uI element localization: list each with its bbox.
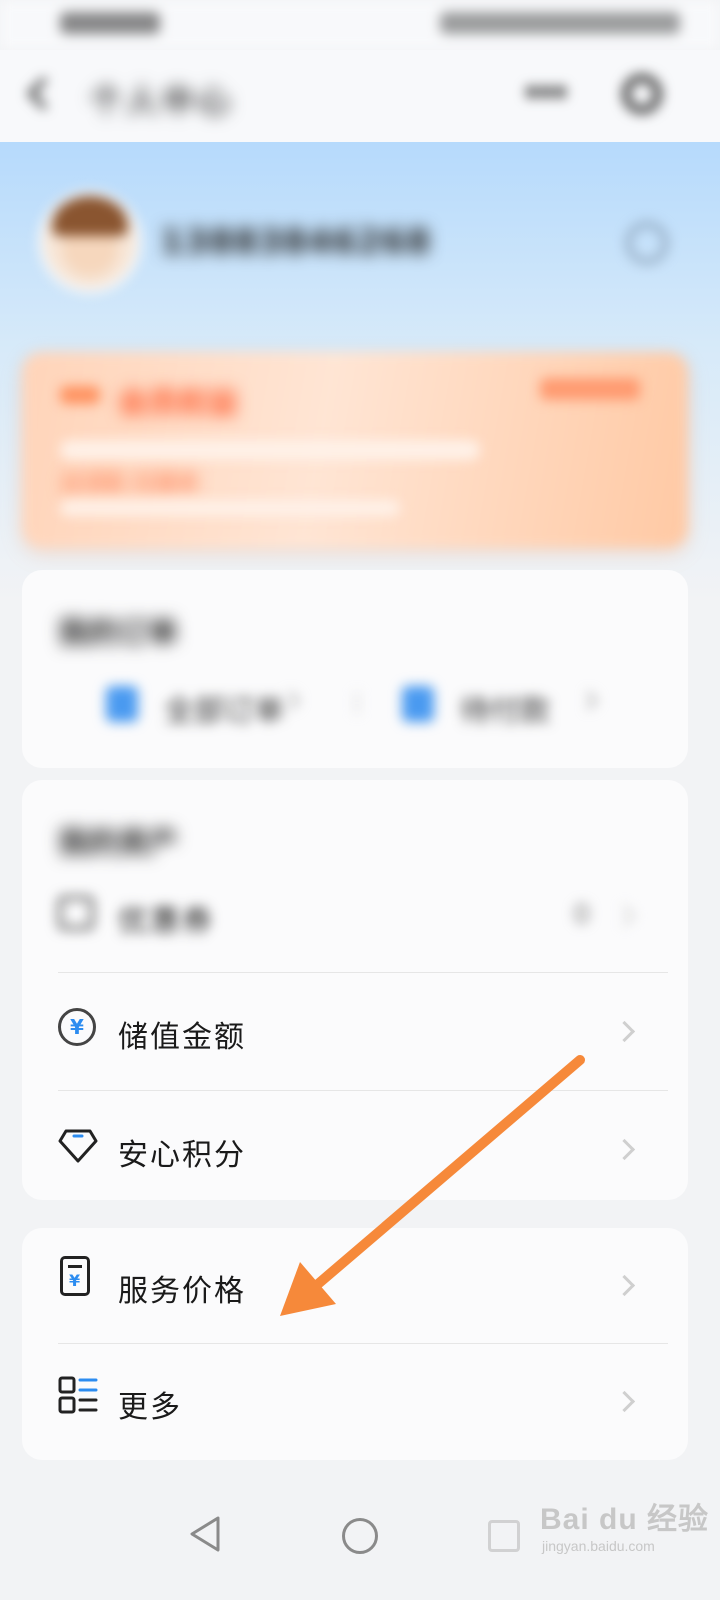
promo-link[interactable] (540, 378, 640, 400)
customer-service-icon[interactable] (626, 222, 668, 264)
price-list-icon: ¥ (60, 1256, 90, 1296)
nav-home-icon[interactable] (342, 1518, 378, 1554)
asset-row-label: 安心积分 (118, 1138, 246, 1173)
watermark-brand: Bai du 经验 (540, 1503, 710, 1536)
promo-tag (60, 386, 100, 404)
watermark-url: jingyan.baidu.com (542, 1538, 655, 1554)
asset-row-balance[interactable]: ¥ 储值金额 (58, 1002, 668, 1062)
row-divider (58, 1343, 668, 1344)
more-dots-icon[interactable] (526, 86, 566, 100)
yen-circle-icon: ¥ (58, 1008, 96, 1046)
orders-card (22, 570, 688, 768)
assets-title: 我的资产 (58, 826, 178, 861)
chevron-right-icon (613, 1020, 636, 1043)
menu-row-service-price[interactable]: ¥ 服务价格 (58, 1256, 668, 1316)
menu-row-label: 服务价格 (118, 1274, 246, 1309)
menu-row-label: 更多 (118, 1390, 182, 1425)
promo-line (60, 440, 480, 460)
order-pending-label: 待付款 (460, 694, 550, 729)
promo-title: 会员权益 (118, 386, 238, 421)
chevron-right-icon (613, 1138, 636, 1161)
settings-icon[interactable] (622, 74, 662, 114)
order-pending-icon (402, 686, 434, 722)
watermark: Bai du 经验 jingyan.baidu.com (540, 1494, 709, 1554)
status-right (440, 12, 680, 34)
status-bar (0, 0, 720, 50)
row-divider (58, 972, 668, 973)
row-divider (58, 1090, 668, 1091)
status-left (60, 12, 160, 34)
grid-list-icon (58, 1376, 98, 1414)
asset-row-points[interactable]: 安心积分 (58, 1120, 668, 1180)
asset-row-label: 优惠券 (118, 904, 214, 939)
nav-recent-icon[interactable] (488, 1520, 520, 1552)
asset-row-coupon[interactable]: 优惠券 0 (58, 886, 668, 946)
orders-title: 我的订单 (58, 616, 178, 651)
promo-line (60, 500, 400, 516)
menu-row-more[interactable]: 更多 (58, 1372, 668, 1432)
avatar[interactable] (44, 196, 136, 288)
nav-back-icon[interactable] (188, 1514, 222, 1554)
order-divider (356, 692, 358, 714)
chevron-right-icon (613, 1390, 636, 1413)
back-arrow-icon[interactable] (22, 74, 58, 114)
page-title: 个人中心 (90, 82, 235, 120)
user-phone[interactable]: 13883846268 (160, 222, 431, 262)
order-list-icon (106, 686, 138, 722)
order-all-label: 全部订单 (164, 694, 284, 729)
promo-subtitle: 去领取 优惠券 (60, 472, 199, 497)
coupon-icon (58, 896, 94, 930)
coupon-count: 0 (573, 900, 590, 930)
chevron-right-icon (613, 1274, 636, 1297)
app-bar: 个人中心 (0, 50, 720, 142)
chevron-right-icon (613, 904, 636, 927)
asset-row-label: 储值金额 (118, 1020, 246, 1055)
diamond-icon (58, 1129, 98, 1163)
